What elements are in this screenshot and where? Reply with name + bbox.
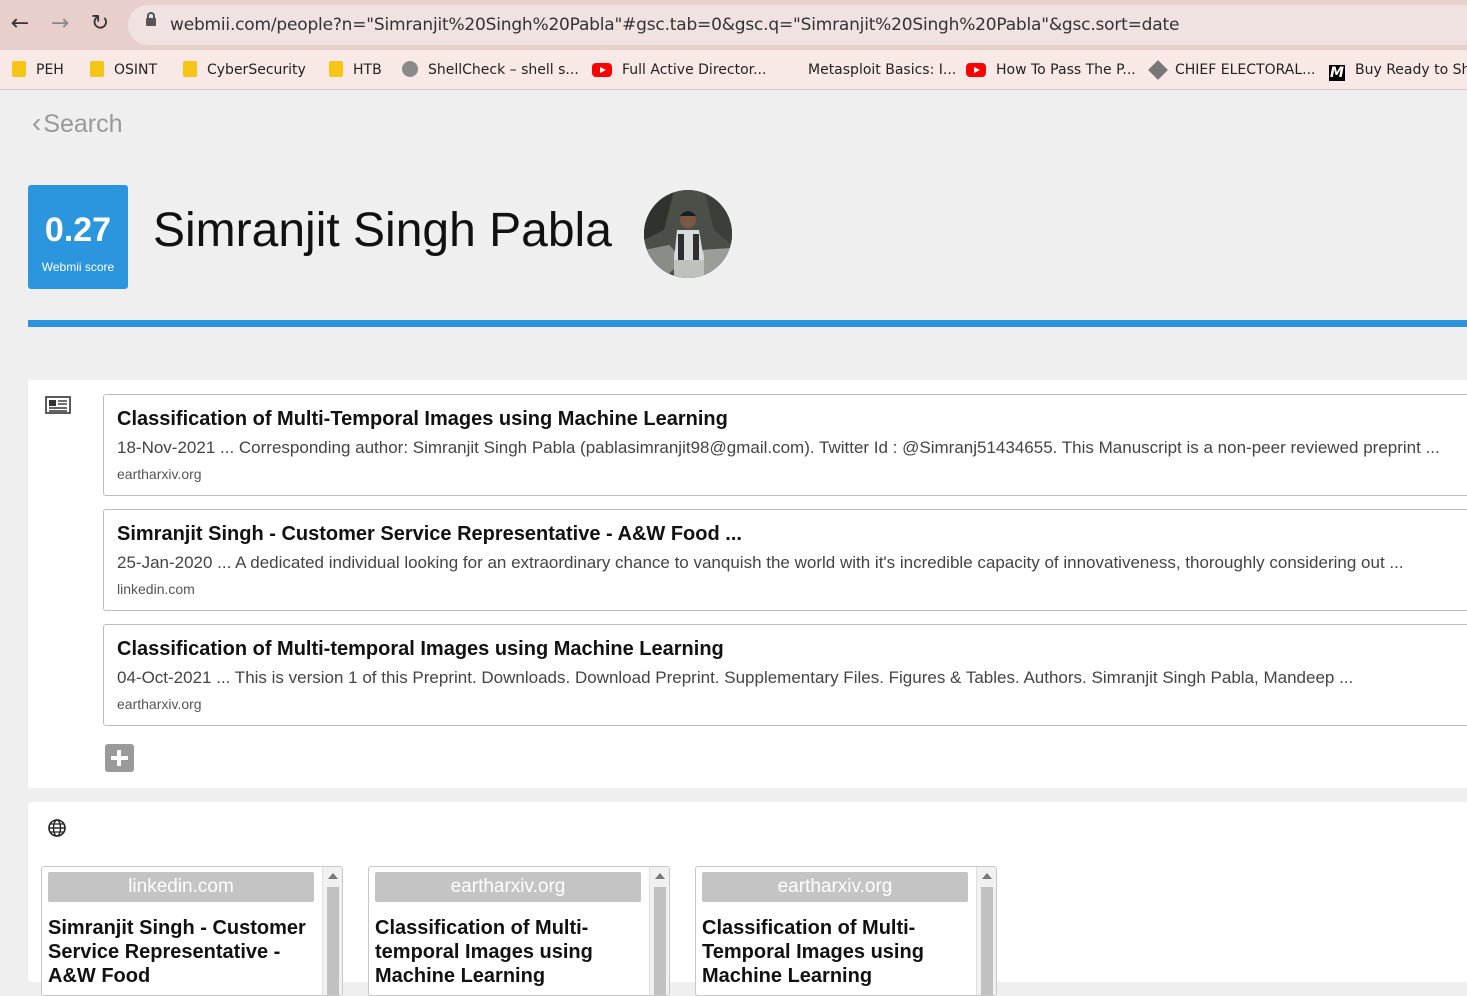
webmii-score-badge: 0.27 Webmii score xyxy=(28,185,128,289)
bookmark-chief-electoral[interactable]: CHIEF ELECTORAL... xyxy=(1148,60,1316,80)
back-arrow-icon[interactable]: ← xyxy=(6,10,34,38)
folder-icon xyxy=(329,61,343,77)
bookmark-buy-ready[interactable]: M Buy Ready to Sh xyxy=(1329,60,1467,81)
result-title[interactable]: Classification of Multi-Temporal Images … xyxy=(117,408,728,431)
news-results-panel: Classification of Multi-Temporal Images … xyxy=(28,380,1467,788)
youtube-icon xyxy=(592,63,612,77)
page-content: ‹Search 0.27 Webmii score Simranjit Sing… xyxy=(0,91,1467,996)
chevron-left-icon: ‹ xyxy=(32,107,42,138)
bookmarks-bar: PEH OSINT CyberSecurity HTB ShellCheck –… xyxy=(0,50,1467,90)
reload-icon[interactable]: ↻ xyxy=(86,10,114,38)
bookmark-label: OSINT xyxy=(114,62,158,78)
scroll-up-icon[interactable] xyxy=(655,873,665,879)
scroll-up-icon[interactable] xyxy=(328,873,338,879)
result-snippet: 18-Nov-2021 ... Corresponding author: Si… xyxy=(117,438,1440,457)
person-name: Simranjit Singh Pabla xyxy=(153,204,612,257)
bookmark-htb[interactable]: HTB xyxy=(329,60,382,80)
back-label: Search xyxy=(43,110,123,138)
card-domain: linkedin.com xyxy=(48,872,314,902)
shellcheck-icon xyxy=(402,61,418,77)
bookmark-label: CHIEF ELECTORAL... xyxy=(1175,62,1316,78)
scroll-thumb[interactable] xyxy=(654,887,666,995)
bookmark-active-directory[interactable]: Full Active Director... xyxy=(592,60,766,80)
bookmark-peh[interactable]: PEH xyxy=(12,60,64,80)
bookmark-label: ShellCheck – shell s... xyxy=(428,62,579,78)
bookmark-osint[interactable]: OSINT xyxy=(90,60,157,80)
avatar-photo xyxy=(644,190,732,278)
diamond-icon xyxy=(1148,60,1168,80)
card-title[interactable]: Classification of Multi-Temporal Images … xyxy=(702,916,972,988)
show-more-button[interactable] xyxy=(105,744,134,772)
back-to-search-link[interactable]: ‹Search xyxy=(32,107,123,139)
news-result[interactable]: Simranjit Singh - Customer Service Repre… xyxy=(103,509,1467,611)
bookmark-metasploit[interactable]: Metasploit Basics: I... xyxy=(808,60,956,80)
score-label: Webmii score xyxy=(41,260,115,274)
newspaper-icon xyxy=(45,396,71,414)
card-domain: eartharxiv.org xyxy=(702,872,968,902)
news-result[interactable]: Classification of Multi-temporal Images … xyxy=(103,624,1467,726)
bookmark-label: Full Active Director... xyxy=(622,62,767,78)
bookmark-label: CyberSecurity xyxy=(207,62,306,78)
m-icon: M xyxy=(1329,65,1345,81)
web-results-panel: linkedin.com Simranjit Singh - Customer … xyxy=(28,802,1467,996)
bookmark-label: PEH xyxy=(36,62,64,78)
result-title[interactable]: Classification of Multi-temporal Images … xyxy=(117,638,724,661)
scroll-up-icon[interactable] xyxy=(982,873,992,879)
result-domain: linkedin.com xyxy=(117,581,195,597)
globe-icon xyxy=(48,819,66,837)
card-domain: eartharxiv.org xyxy=(375,872,641,902)
scroll-thumb[interactable] xyxy=(981,887,993,995)
browser-toolbar: ← → ↻ webmii.com/people?n="Simranjit%20S… xyxy=(0,0,1467,50)
url-text[interactable]: webmii.com/people?n="Simranjit%20Singh%2… xyxy=(170,15,1179,35)
result-domain: eartharxiv.org xyxy=(117,696,202,712)
result-title[interactable]: Simranjit Singh - Customer Service Repre… xyxy=(117,523,742,546)
bookmark-label: HTB xyxy=(353,62,382,78)
folder-icon xyxy=(90,61,104,77)
bookmark-pass-the[interactable]: How To Pass The P... xyxy=(966,60,1136,80)
section-divider xyxy=(28,320,1467,327)
result-domain: eartharxiv.org xyxy=(117,466,202,482)
bookmark-cybersecurity[interactable]: CyberSecurity xyxy=(183,60,306,80)
bookmark-shellcheck[interactable]: ShellCheck – shell s... xyxy=(402,60,579,80)
result-snippet: 04-Oct-2021 ... This is version 1 of thi… xyxy=(117,668,1354,687)
card-title[interactable]: Simranjit Singh - Customer Service Repre… xyxy=(48,916,318,988)
news-result[interactable]: Classification of Multi-Temporal Images … xyxy=(103,394,1467,496)
score-value: 0.27 xyxy=(44,211,112,249)
folder-icon xyxy=(12,61,26,77)
youtube-icon xyxy=(966,63,986,77)
forward-arrow-icon[interactable]: → xyxy=(46,10,74,38)
card-title[interactable]: Classification of Multi-temporal Images … xyxy=(375,916,645,988)
folder-icon xyxy=(183,61,197,77)
avatar[interactable] xyxy=(644,190,732,278)
lock-icon[interactable] xyxy=(146,12,156,26)
address-bar[interactable]: webmii.com/people?n="Simranjit%20Singh%2… xyxy=(128,5,1467,45)
result-snippet: 25-Jan-2020 ... A dedicated individual l… xyxy=(117,553,1404,572)
scroll-thumb[interactable] xyxy=(327,887,339,995)
bookmark-label: Buy Ready to Sh xyxy=(1355,62,1467,78)
bookmark-label: How To Pass The P... xyxy=(996,62,1136,78)
bookmark-label: Metasploit Basics: I... xyxy=(808,62,957,78)
